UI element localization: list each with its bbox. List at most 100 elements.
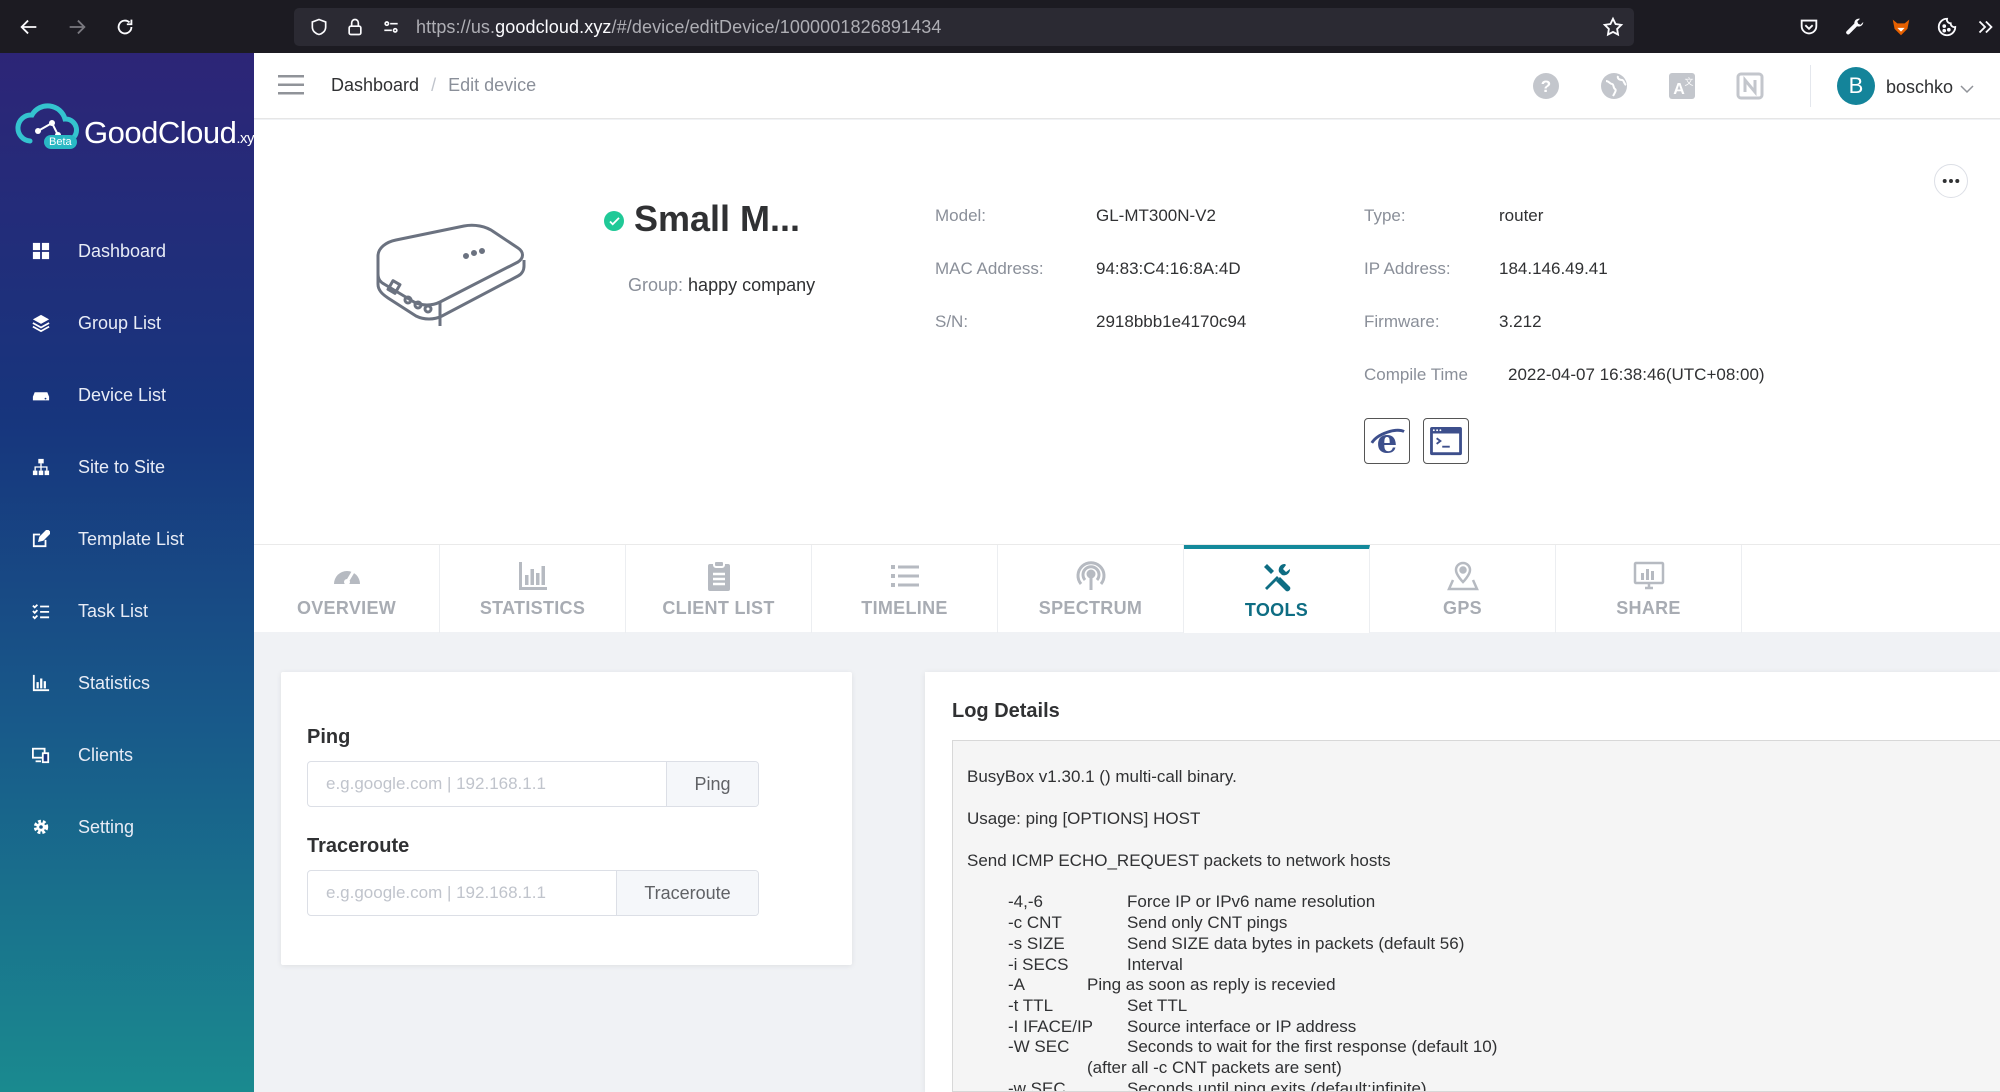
sidebar-item-site-to-site[interactable]: Site to Site — [0, 431, 254, 503]
tab-spectrum[interactable]: SPECTRUM — [998, 545, 1184, 633]
breadcrumb-home[interactable]: Dashboard — [331, 75, 419, 96]
log-option: -A — [1008, 975, 1025, 994]
tab-label: TIMELINE — [861, 597, 948, 618]
model-value: GL-MT300N-V2 — [1096, 206, 1216, 225]
sidebar-item-label: Site to Site — [78, 456, 166, 477]
tasks-icon — [30, 600, 52, 622]
traceroute-input[interactable]: e.g.google.com | 192.168.1.1 — [308, 871, 616, 915]
firmware-value: 3.212 — [1499, 312, 1542, 331]
more-options-icon[interactable] — [1934, 164, 1968, 198]
log-option: -W SEC — [1008, 1037, 1070, 1056]
sidebar-item-label: Template List — [78, 528, 185, 549]
tab-share[interactable]: SHARE — [1556, 545, 1742, 633]
log-option-desc: Force IP or IPv6 name resolution — [1127, 892, 1376, 911]
sidebar-item-clients[interactable]: Clients — [0, 719, 254, 791]
traceroute-title: Traceroute — [307, 835, 410, 857]
tab-client-list[interactable]: CLIENT LIST — [626, 545, 812, 633]
bar-chart-icon — [517, 560, 549, 592]
forward-icon[interactable] — [58, 8, 96, 46]
logo[interactable]: Beta GoodCloud.xyz — [14, 97, 262, 157]
broadcast-icon — [1075, 560, 1107, 592]
gear-icon — [30, 816, 52, 838]
sidebar-item-template-list[interactable]: Template List — [0, 503, 254, 575]
ping-input[interactable]: e.g.google.com | 192.168.1.1 — [308, 762, 666, 806]
compile-time-value: 2022-04-07 16:38:46(UTC+08:00) — [1508, 365, 1765, 384]
cloud-logo-icon: Beta — [14, 97, 82, 157]
url-text[interactable]: https://us.goodcloud.xyz/#/device/editDe… — [416, 17, 942, 38]
breadcrumb-current: Edit device — [448, 75, 537, 95]
sidebar-menu: Dashboard Group List Device List Site to… — [0, 215, 254, 863]
tab-tools[interactable]: TOOLS — [1184, 545, 1370, 633]
terminal-icon[interactable] — [1423, 418, 1469, 464]
browser-toolbar: https://us.goodcloud.xyz/#/device/editDe… — [0, 0, 2000, 53]
tab-label: OVERVIEW — [296, 597, 397, 618]
sidebar-item-label: Statistics — [78, 672, 151, 693]
list-icon — [889, 560, 921, 592]
username[interactable]: boschko — [1886, 77, 1953, 98]
pocket-icon[interactable] — [1786, 8, 1832, 46]
permissions-icon[interactable] — [380, 16, 402, 38]
group-label: Group: — [628, 275, 684, 295]
avatar[interactable]: B — [1837, 67, 1875, 105]
extension-fox-icon[interactable] — [1878, 8, 1924, 46]
router-image — [370, 220, 526, 330]
online-status-icon — [604, 211, 624, 231]
tab-label: STATISTICS — [479, 597, 586, 618]
sitemap-icon — [30, 456, 52, 478]
sidebar-item-statistics[interactable]: Statistics — [0, 647, 254, 719]
sidebar-item-device-list[interactable]: Device List — [0, 359, 254, 431]
ping-title: Ping — [307, 726, 351, 748]
tab-timeline[interactable]: TIMELINE — [812, 545, 998, 633]
edit-icon — [30, 528, 52, 550]
log-option: -4,-6 — [1008, 892, 1043, 911]
ip-value: 184.146.49.41 — [1499, 259, 1608, 278]
sidebar-item-label: Dashboard — [78, 240, 167, 261]
log-option-desc: (after all -c CNT packets are sent) — [1087, 1058, 1342, 1077]
traceroute-button[interactable]: Traceroute — [616, 871, 758, 915]
notion-icon[interactable] — [1734, 70, 1766, 102]
help-icon[interactable]: ? — [1530, 70, 1562, 102]
mac-value: 94:83:C4:16:8A:4D — [1096, 259, 1241, 278]
beta-badge: Beta — [44, 135, 77, 149]
wrench-icon[interactable] — [1832, 8, 1878, 46]
layers-icon — [30, 312, 52, 334]
sidebar-item-task-list[interactable]: Task List — [0, 575, 254, 647]
bookmark-star-icon[interactable] — [1602, 16, 1624, 43]
log-option: -I IFACE/IP — [1008, 1017, 1094, 1036]
chevron-down-icon[interactable] — [1960, 81, 1974, 99]
log-line: BusyBox v1.30.1 () multi-call binary. — [967, 767, 1237, 786]
lock-icon[interactable] — [344, 16, 366, 38]
model-label: Model: — [935, 206, 987, 225]
svg-text:e: e — [1377, 422, 1398, 460]
sidebar-item-dashboard[interactable]: Dashboard — [0, 215, 254, 287]
back-icon[interactable] — [10, 8, 48, 46]
logo-text: GoodCloud.xyz — [84, 115, 262, 150]
translate-icon[interactable]: A文 — [1666, 70, 1698, 102]
hamburger-menu-icon[interactable] — [278, 75, 304, 95]
device-name: Small M... — [634, 198, 801, 239]
shield-icon[interactable] — [308, 16, 330, 38]
tools-panel: Ping e.g.google.com | 192.168.1.1 Ping T… — [281, 672, 852, 965]
tab-overview[interactable]: OVERVIEW — [254, 545, 440, 633]
cookie-icon[interactable] — [1924, 8, 1970, 46]
sidebar-item-label: Setting — [78, 816, 135, 837]
overflow-icon[interactable] — [1970, 8, 2000, 46]
speedometer-icon — [331, 560, 363, 592]
sidebar: Beta GoodCloud.xyz Dashboard Group List … — [0, 53, 262, 1092]
tab-label: TOOLS — [1244, 599, 1309, 620]
ping-button[interactable]: Ping — [666, 762, 758, 806]
sidebar-item-label: Device List — [78, 384, 167, 405]
group-value[interactable]: happy company — [688, 275, 815, 295]
tab-gps[interactable]: GPS — [1370, 545, 1556, 633]
header-divider — [1810, 65, 1811, 107]
log-output[interactable]: BusyBox v1.30.1 () multi-call binary. Us… — [952, 740, 2000, 1092]
sidebar-item-group-list[interactable]: Group List — [0, 287, 254, 359]
clipboard-icon — [703, 559, 735, 592]
sidebar-item-setting[interactable]: Setting — [0, 791, 254, 863]
globe-icon[interactable] — [1598, 70, 1630, 102]
bar-chart-icon — [30, 672, 52, 694]
reload-icon[interactable] — [106, 8, 144, 46]
web-admin-icon[interactable]: e — [1364, 418, 1410, 464]
tab-statistics[interactable]: STATISTICS — [440, 545, 626, 633]
address-bar[interactable]: https://us.goodcloud.xyz/#/device/editDe… — [294, 8, 1634, 46]
